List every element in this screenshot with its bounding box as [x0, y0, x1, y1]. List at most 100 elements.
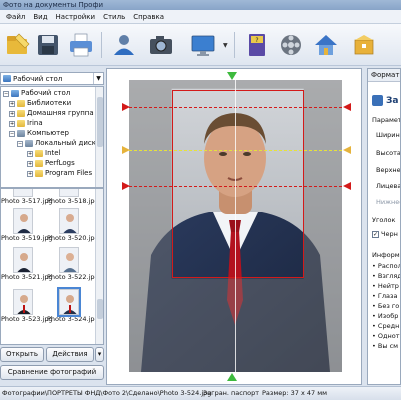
info-bullet: • Нейтр	[372, 282, 399, 290]
face-label: Лицевая	[376, 182, 401, 190]
left-handle-icon[interactable]	[122, 146, 130, 154]
chevron-down-icon[interactable]: ▼	[93, 73, 103, 84]
thumbnail-item[interactable]: Photo 3-519.jpg	[1, 208, 53, 243]
crop-frame[interactable]	[172, 90, 304, 278]
right-handle-icon[interactable]	[343, 103, 351, 111]
tree-item-irina[interactable]: + Irina	[9, 119, 43, 128]
thumbnail-item[interactable]: Photo 3-520.jpg	[47, 208, 99, 243]
scrollbar-thumb[interactable]	[97, 299, 103, 319]
chevron-down-icon[interactable]: ▼	[223, 42, 228, 49]
thumbnail-image	[59, 189, 79, 197]
folder-tree[interactable]: − Рабочий стол + Библиотеки + Домашняя г…	[0, 86, 104, 188]
film-icon[interactable]	[276, 30, 306, 60]
home-icon[interactable]	[311, 30, 341, 60]
expand-icon[interactable]: +	[9, 100, 15, 107]
monitor-icon[interactable]	[188, 30, 218, 60]
left-panel: Рабочий стол ▼ − Рабочий стол + Библиоте…	[0, 68, 104, 380]
collapse-icon[interactable]: −	[9, 130, 15, 137]
print-icon[interactable]	[66, 30, 96, 60]
params-label: Парамет	[372, 116, 401, 124]
chevron-down-icon: ▾	[97, 350, 102, 358]
photo-editor-canvas[interactable]	[106, 68, 362, 385]
tab-format[interactable]: Формат	[368, 69, 400, 82]
info-bullet: • Взгляд	[372, 272, 401, 280]
expand-icon[interactable]: +	[27, 150, 33, 157]
top-handle-icon[interactable]	[227, 72, 237, 80]
open-folder-icon[interactable]	[3, 30, 33, 60]
book-icon[interactable]: ?	[242, 30, 272, 60]
left-handle-icon[interactable]	[122, 182, 130, 190]
scrollbar-thumb[interactable]	[97, 97, 103, 147]
window-title: Фото на документы Профи	[3, 1, 103, 9]
thumbnail-item[interactable]: Photo 3-518.jpg	[47, 189, 99, 206]
expand-icon[interactable]: +	[9, 120, 15, 127]
info-bullet: • Изобр	[372, 312, 399, 320]
open-button[interactable]: Открыть	[0, 347, 44, 362]
expand-icon[interactable]: +	[27, 160, 33, 167]
collapse-icon[interactable]: −	[3, 90, 9, 97]
actions-button[interactable]: Действия	[46, 347, 94, 362]
collapse-icon[interactable]: −	[17, 140, 23, 147]
actions-menu-button[interactable]: ▾	[95, 347, 104, 362]
right-handle-icon[interactable]	[343, 182, 351, 190]
tree-item-local-disk[interactable]: − Локальный диск (C	[17, 139, 103, 148]
thumbnail-caption: Photo 3-524.jpg	[47, 315, 99, 323]
thumbnail-grid[interactable]: Photo 3-517.jpg Photo 3-518.jpg Photo 3-…	[0, 188, 104, 345]
tree-item-perflogs[interactable]: + PerfLogs	[27, 159, 75, 168]
folder-icon	[17, 100, 25, 107]
width-label: Ширина	[376, 131, 401, 139]
expand-icon[interactable]: +	[27, 170, 33, 177]
tree-label: PerfLogs	[45, 159, 75, 167]
camera-icon[interactable]	[146, 30, 176, 60]
tree-item-program-files[interactable]: + Program Files	[27, 169, 92, 178]
box-icon[interactable]	[349, 30, 379, 60]
tree-item-libraries[interactable]: + Библиотеки	[9, 99, 71, 108]
thumbnail-image	[13, 289, 33, 315]
folder-location-dropdown[interactable]: Рабочий стол ▼	[0, 72, 104, 85]
status-format: Загран. паспорт	[203, 389, 260, 397]
format-panel: Формат За Парамет Ширина Высота Верхнее …	[367, 68, 401, 385]
menu-file[interactable]: Файл	[2, 10, 29, 24]
expand-icon[interactable]: +	[9, 110, 15, 117]
thumbnail-image	[13, 208, 33, 234]
tree-item-computer[interactable]: − Компьютер	[9, 129, 69, 138]
right-handle-icon[interactable]	[343, 146, 351, 154]
users-icon[interactable]	[109, 30, 139, 60]
computer-icon	[17, 130, 25, 137]
menu-style[interactable]: Стиль	[99, 10, 129, 24]
center-guide-line[interactable]	[235, 80, 236, 372]
thumbnail-scrollbar[interactable]	[95, 189, 103, 344]
compare-photos-button[interactable]: Сравнение фотографий	[0, 365, 104, 380]
title-bar: Фото на документы Профи	[0, 0, 401, 10]
toolbar-separator	[101, 32, 102, 58]
menu-settings[interactable]: Настройки	[52, 10, 100, 24]
tree-label: Program Files	[45, 169, 93, 177]
thumbnail-item[interactable]: Photo 3-521.jpg	[1, 247, 53, 282]
bottom-handle-icon[interactable]	[227, 373, 237, 381]
tree-label: Irina	[27, 119, 43, 127]
thumbnail-image	[13, 189, 33, 197]
thumbnail-caption: Photo 3-521.jpg	[1, 273, 53, 281]
tree-item-homegroup[interactable]: + Домашняя группа	[9, 109, 94, 118]
tree-item-intel[interactable]: + Intel	[27, 149, 61, 158]
toolbar: ▼ ?	[0, 24, 401, 66]
thumbnail-item[interactable]: Photo 3-522.jpg	[47, 247, 99, 282]
save-icon[interactable]	[33, 30, 63, 60]
tree-label: Intel	[45, 149, 61, 157]
menu-view[interactable]: Вид	[29, 10, 51, 24]
checkbox-icon[interactable]: ✓	[372, 230, 379, 238]
height-label: Высота	[376, 149, 401, 157]
thumbnail-item-selected[interactable]: Photo 3-524.jpg	[47, 287, 99, 324]
corner-label: Уголок	[372, 216, 396, 224]
left-handle-icon[interactable]	[122, 103, 130, 111]
thumbnail-item[interactable]: Photo 3-523.jpg	[1, 289, 53, 324]
thumbnail-item[interactable]: Photo 3-517.jpg	[1, 189, 53, 206]
menu-help[interactable]: Справка	[129, 10, 168, 24]
folder-icon	[17, 110, 25, 117]
tree-scrollbar[interactable]	[95, 87, 103, 187]
status-bar: Фотографии\ПОРТРЕТЫ ФНД\Фото 2\Сделано\P…	[0, 386, 401, 400]
bw-checkbox[interactable]: ✓ Черн	[372, 230, 398, 238]
checkbox-label: Черн	[381, 230, 398, 238]
tree-item-desktop[interactable]: − Рабочий стол	[3, 89, 70, 98]
top-margin-label: Верхнее	[376, 166, 401, 174]
